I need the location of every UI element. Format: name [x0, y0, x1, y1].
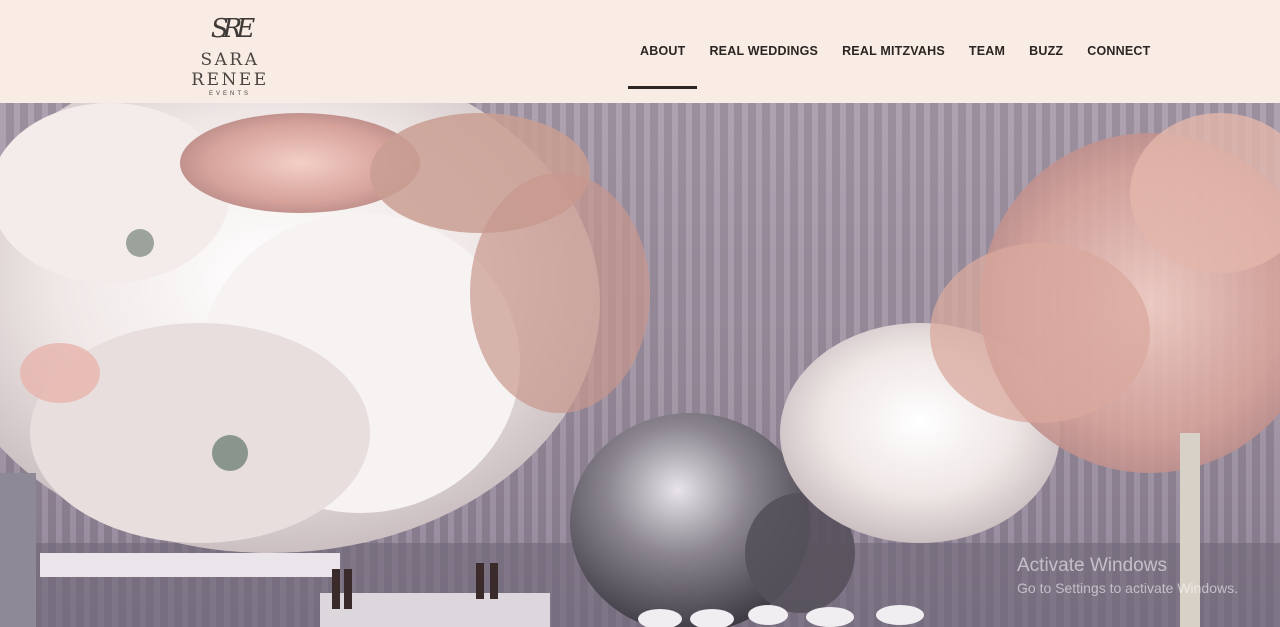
nav-buzz[interactable]: BUZZ [1017, 0, 1075, 103]
watermark-title: Activate Windows [1017, 555, 1167, 576]
nav-real-mitzvahs[interactable]: REAL MITZVAHS [830, 0, 957, 103]
logo-name: SARA RENEE [191, 50, 269, 90]
logo-monogram: SRE [210, 14, 255, 44]
nav-real-weddings[interactable]: REAL WEDDINGS [697, 0, 830, 103]
watermark-subtitle: Go to Settings to activate Windows. [1017, 580, 1238, 596]
nav-about[interactable]: ABOUT [628, 0, 698, 103]
nav-connect[interactable]: CONNECT [1075, 0, 1162, 103]
main-nav: ABOUT REAL WEDDINGS REAL MITZVAHS TEAM B… [628, 0, 1163, 103]
hero-image [0, 103, 1280, 627]
nav-team[interactable]: TEAM [957, 0, 1017, 103]
site-header: SRE SARA RENEE EVENTS ABOUT REAL WEDDING… [0, 0, 1280, 103]
activate-windows-watermark: Activate Windows Go to Settings to activ… [1017, 555, 1238, 596]
hero-floral-illustration [0, 103, 1280, 627]
brand-logo[interactable]: SRE SARA RENEE EVENTS [160, 14, 300, 97]
logo-tagline: EVENTS [208, 91, 251, 97]
